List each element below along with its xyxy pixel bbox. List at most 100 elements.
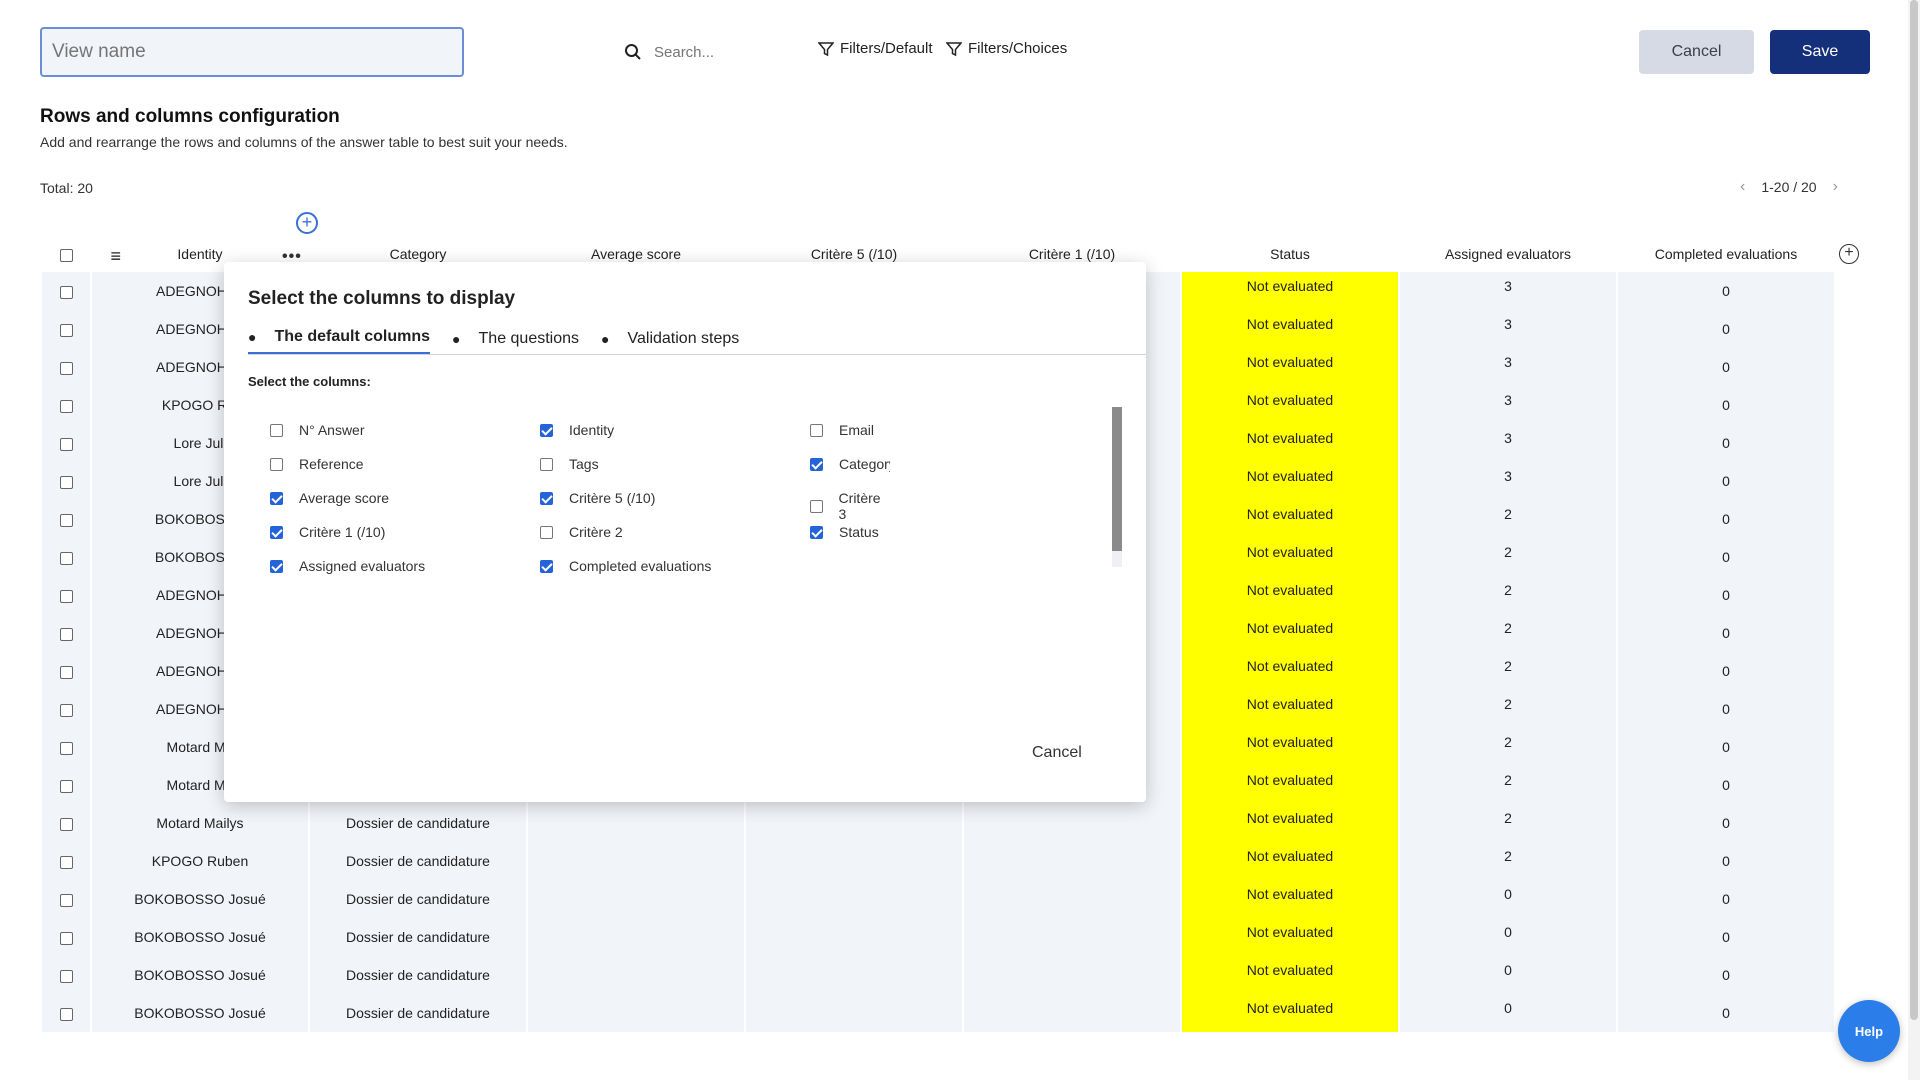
row-checkbox[interactable] <box>59 665 73 679</box>
modal-cancel-button[interactable]: Cancel <box>1032 744 1082 762</box>
column-option-label: Critère 1 (/10) <box>299 524 386 540</box>
cell-status: Not evaluated <box>1182 614 1398 652</box>
cell-completed-evaluations: 0 <box>1618 994 1834 1032</box>
column-option[interactable]: Critère 2 <box>540 524 623 540</box>
column-checkbox[interactable] <box>270 423 283 437</box>
row-checkbox[interactable] <box>59 437 73 451</box>
cell-assigned-evaluators: 0 <box>1400 880 1616 918</box>
column-option[interactable]: Identity <box>540 422 614 438</box>
row-checkbox[interactable] <box>59 627 73 641</box>
column-option[interactable]: Critère 1 (/10) <box>270 524 385 540</box>
column-checkbox[interactable] <box>810 525 823 539</box>
select-all-checkbox[interactable] <box>59 248 73 262</box>
row-checkbox[interactable] <box>59 893 73 907</box>
cell-completed-evaluations: 0 <box>1618 386 1834 424</box>
cell-assigned-evaluators: 0 <box>1400 956 1616 994</box>
view-name-input[interactable] <box>40 27 464 77</box>
column-option[interactable]: Assigned evaluators <box>270 558 425 574</box>
column-checkbox[interactable] <box>810 423 823 437</box>
column-checkbox[interactable] <box>810 499 823 513</box>
row-checkbox[interactable] <box>59 855 73 869</box>
cell-assigned-evaluators: 2 <box>1400 576 1616 614</box>
cell-identity: BOKOBOSSO Josué <box>92 918 308 956</box>
cell-completed-evaluations: 0 <box>1618 310 1834 348</box>
column-checkbox[interactable] <box>270 559 283 573</box>
table-row[interactable]: KPOGO Ruben Dossier de candidature Not eva… <box>42 842 1834 880</box>
filters-choices-button[interactable]: Filters/Choices <box>946 40 1067 57</box>
search-input[interactable] <box>654 43 774 61</box>
help-button[interactable]: Help <box>1838 1000 1900 1062</box>
row-checkbox[interactable] <box>59 323 73 337</box>
row-checkbox[interactable] <box>59 1007 73 1021</box>
column-option[interactable]: Critère 3 <box>810 490 890 522</box>
column-option[interactable]: N° Answer <box>270 422 365 438</box>
row-checkbox[interactable] <box>59 931 73 945</box>
column-option-label: Reference <box>299 456 364 472</box>
column-checkbox[interactable] <box>810 457 823 471</box>
table-row[interactable]: BOKOBOSSO Josué Dossier de candidature Not… <box>42 918 1834 956</box>
column-option[interactable]: Reference <box>270 456 364 472</box>
row-checkbox[interactable] <box>59 285 73 299</box>
row-checkbox[interactable] <box>59 475 73 489</box>
column-option-label: N° Answer <box>299 422 365 438</box>
add-column-end-icon[interactable]: + <box>1839 244 1859 264</box>
col-header-assigned-evaluators[interactable]: Assigned evaluators <box>1400 236 1616 272</box>
column-checkbox[interactable] <box>540 423 553 437</box>
menu-icon[interactable]: ≡ <box>111 246 122 267</box>
cell-completed-evaluations: 0 <box>1618 804 1834 842</box>
cell-assigned-evaluators: 2 <box>1400 804 1616 842</box>
row-checkbox[interactable] <box>59 969 73 983</box>
row-checkbox[interactable] <box>59 551 73 565</box>
column-checkbox[interactable] <box>270 457 283 471</box>
add-column-icon[interactable]: + <box>296 212 318 234</box>
column-option[interactable]: Email <box>810 422 874 438</box>
cell-identity: BOKOBOSSO Josué <box>92 880 308 918</box>
row-checkbox[interactable] <box>59 741 73 755</box>
column-checkbox[interactable] <box>270 491 283 505</box>
column-checkbox[interactable] <box>540 457 553 471</box>
col-header-completed-evaluations[interactable]: Completed evaluations <box>1618 236 1834 272</box>
column-option[interactable]: Status <box>810 524 879 540</box>
column-checkbox[interactable] <box>540 491 553 505</box>
row-checkbox[interactable] <box>59 361 73 375</box>
table-row[interactable]: BOKOBOSSO Josué Dossier de candidature Not… <box>42 994 1834 1032</box>
table-row[interactable]: Motard Mailys Dossier de candidature Not e… <box>42 804 1834 842</box>
next-page-icon[interactable]: › <box>1833 178 1838 196</box>
cell-assigned-evaluators: 2 <box>1400 690 1616 728</box>
cell-critere-1 <box>964 918 1180 956</box>
row-checkbox[interactable] <box>59 703 73 717</box>
column-option[interactable]: Completed evaluations <box>540 558 711 574</box>
table-row[interactable]: BOKOBOSSO Josué Dossier de candidature Not… <box>42 880 1834 918</box>
modal-scrollbar-thumb[interactable] <box>1112 407 1122 551</box>
row-checkbox[interactable] <box>59 513 73 527</box>
column-option[interactable]: Tags <box>540 456 599 472</box>
column-checkbox[interactable] <box>540 525 553 539</box>
column-checkbox[interactable] <box>540 559 553 573</box>
column-option[interactable]: Critère 5 (/10) <box>540 490 655 506</box>
tab-questions[interactable]: ● The questions <box>452 328 579 355</box>
cell-assigned-evaluators: 2 <box>1400 842 1616 880</box>
prev-page-icon[interactable]: ‹ <box>1740 178 1745 196</box>
tab-default-columns[interactable]: ● The default columns <box>248 328 431 355</box>
cell-status: Not evaluated <box>1182 918 1398 956</box>
cell-assigned-evaluators: 2 <box>1400 614 1616 652</box>
column-checkbox[interactable] <box>270 525 283 539</box>
column-option[interactable]: Category <box>810 456 890 472</box>
column-option[interactable]: Average score <box>270 490 389 506</box>
save-button[interactable]: Save <box>1770 30 1870 74</box>
search-box[interactable] <box>624 40 774 64</box>
row-select-cell <box>42 880 90 918</box>
col-header-status[interactable]: Status <box>1182 236 1398 272</box>
table-row[interactable]: BOKOBOSSO Josué Dossier de candidature Not… <box>42 956 1834 994</box>
filters-default-button[interactable]: Filters/Default <box>818 40 933 57</box>
cancel-button[interactable]: Cancel <box>1639 30 1754 74</box>
cell-status: Not evaluated <box>1182 462 1398 500</box>
row-checkbox[interactable] <box>59 817 73 831</box>
row-checkbox[interactable] <box>59 779 73 793</box>
tab-validation-steps[interactable]: ● Validation steps <box>601 328 739 355</box>
row-checkbox[interactable] <box>59 399 73 413</box>
cell-status: Not evaluated <box>1182 538 1398 576</box>
row-checkbox[interactable] <box>59 589 73 603</box>
cell-critere-1 <box>964 994 1180 1032</box>
page-scrollbar-thumb[interactable] <box>1910 0 1918 1020</box>
